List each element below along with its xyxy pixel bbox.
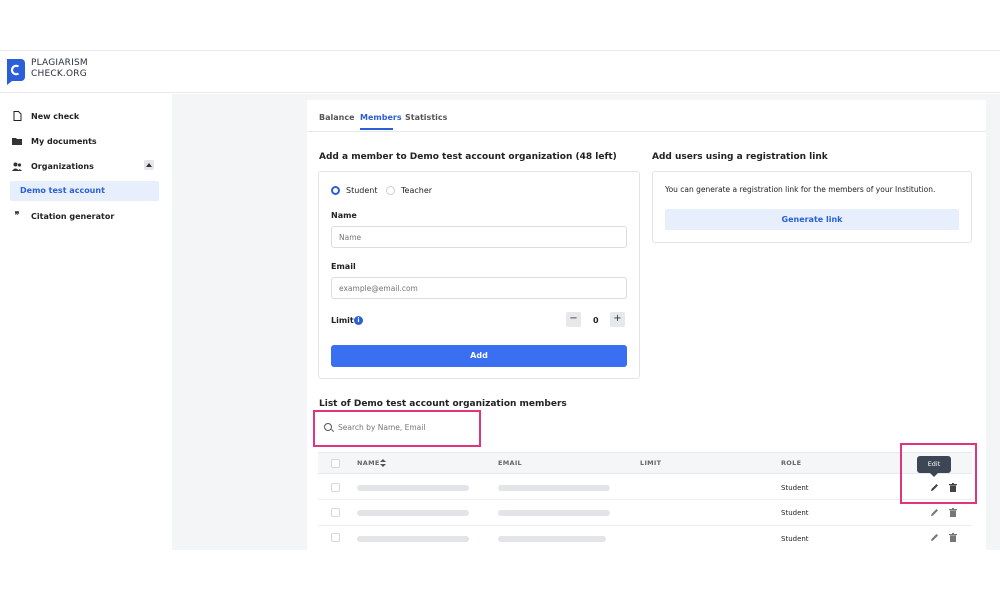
row-checkbox[interactable] [331,533,340,542]
collapse-organizations-icon[interactable] [144,160,154,170]
role-radio-teacher[interactable] [386,186,395,195]
role-radio-student[interactable] [331,186,340,195]
member-role: Student [781,535,809,543]
document-icon [12,111,22,121]
role-label-student[interactable]: Student [346,186,378,195]
folder-icon [12,136,22,146]
redacted-name [357,536,469,542]
member-role: Student [781,509,809,517]
column-header-limit: LIMIT [640,459,662,467]
row-divider [318,499,972,500]
sidebar-item-citation-generator[interactable]: ❞ Citation generator [12,206,115,226]
column-header-name[interactable]: NAME [357,459,380,467]
delete-trash-icon[interactable] [949,533,957,542]
tab-balance[interactable]: Balance [319,113,355,122]
sidebar-item-new-check[interactable]: New check [12,106,79,126]
column-header-role: ROLE [781,459,802,467]
members-list-title: List of Demo test account organization m… [319,399,567,409]
search-highlight-box [313,410,481,447]
limit-increment-button[interactable]: + [610,312,625,327]
redacted-email [498,536,606,542]
redacted-email [498,510,610,516]
edit-pencil-icon[interactable] [930,533,939,542]
row-checkbox[interactable] [331,508,340,517]
tab-members[interactable]: Members [360,113,402,122]
actions-highlight-box [900,443,977,504]
sidebar-item-my-documents[interactable]: My documents [12,131,97,151]
quote-icon: ❞ [14,211,20,221]
add-member-title: Add a member to Demo test account organi… [319,152,617,162]
redacted-email [498,485,610,491]
redacted-name [357,510,469,516]
email-input[interactable] [331,277,627,299]
redacted-name [357,485,469,491]
registration-description: You can generate a registration link for… [665,185,936,194]
generate-link-button[interactable]: Generate link [665,209,959,230]
tabs-divider [307,131,986,132]
brand-logo-icon[interactable] [4,57,26,85]
member-role: Student [781,484,809,492]
info-icon[interactable]: i [354,316,363,325]
name-input[interactable] [331,226,627,248]
sort-icon[interactable] [380,459,386,467]
delete-trash-icon[interactable] [949,508,957,517]
people-icon [12,161,22,171]
name-label: Name [331,211,357,220]
top-bar [0,50,1000,93]
select-all-checkbox[interactable] [331,459,340,468]
row-divider [318,525,972,526]
tab-statistics[interactable]: Statistics [405,113,447,122]
edit-pencil-icon[interactable] [930,508,939,517]
limit-value: 0 [593,316,599,325]
row-checkbox[interactable] [331,483,340,492]
sidebar-item-organizations[interactable]: Organizations [12,156,94,176]
limit-label: Limit [331,316,354,325]
role-label-teacher[interactable]: Teacher [401,186,432,195]
limit-decrement-button[interactable]: − [566,312,581,327]
sidebar-item-demo-test-account[interactable]: Demo test account [10,181,159,201]
column-header-email: EMAIL [498,459,522,467]
email-label: Email [331,262,356,271]
active-tab-indicator [360,128,393,130]
add-member-button[interactable]: Add [331,345,627,367]
registration-card [652,171,972,243]
brand-name[interactable]: PLAGIARISM CHECK.ORG [31,58,88,80]
registration-title: Add users using a registration link [652,152,828,162]
